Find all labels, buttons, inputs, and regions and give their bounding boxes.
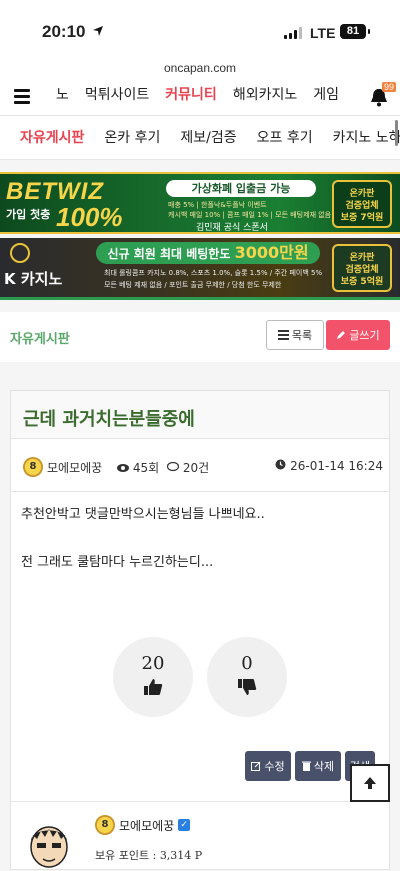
battery-indicator: 81 [340,24,370,39]
banner-line: 캐시백 매일 10% | 콤프 매일 1% | 모든 배팅제재 없음 [168,211,332,219]
tab-onca-review[interactable]: 온카 후기 [104,116,160,159]
nav-item-game[interactable]: 게임 [313,80,339,110]
post-author[interactable]: 모에모에꿍 [47,459,102,476]
delete-button[interactable]: 삭제 [295,751,341,781]
trash-icon [301,761,311,771]
post-title: 근데 과거치는분들중에 [23,409,195,430]
banner-line: 매충 5% | 한폴낙&두폴낙 이벤트 [168,201,267,209]
level-badge: 8 [95,815,115,835]
betwiz-banner[interactable]: BETWIZ 가입 첫충 100% 가상화폐 입출금 가능 매충 5% | 한폴… [0,172,400,234]
sub-nav: 자유게시판 온카 후기 제보/검증 오프 후기 카지노 노하우 [0,116,400,160]
banner-headline: 가상화폐 입출금 가능 [166,180,316,197]
post-comments: 20건 [166,459,210,476]
scroll-to-top-button[interactable] [350,764,390,802]
upvote-count: 20 [141,653,165,674]
post-date: 26-01-14 16:24 [275,459,383,473]
nav-item-community[interactable]: 커뮤니티 [165,80,217,110]
tab-report-verify[interactable]: 제보/검증 [180,116,236,159]
comment-icon [166,461,180,472]
level-badge: 8 [23,457,43,477]
casino-logo-icon [10,243,30,263]
hamburger-icon[interactable] [14,89,30,104]
banner-headline: 신규 회원 최대 베팅한도 3000만원 [96,242,320,264]
upvote-button[interactable]: 20 [113,637,193,717]
sub-nav-items: 자유게시판 온카 후기 제보/검증 오프 후기 카지노 노하우 [20,116,400,159]
divider [11,491,389,492]
edit-icon [251,761,261,771]
post-date-text: 26-01-14 16:24 [290,459,383,473]
board-header: 자유게시판 목록 글쓰기 [0,312,400,362]
thumbs-down-icon [238,679,257,695]
signal-icon [284,27,302,39]
post-views-count: 45회 [132,461,160,475]
clock-icon [275,459,286,470]
verified-icon: ✓ [178,819,191,831]
main-nav-items: 노 먹튀사이트 커뮤니티 해외카지노 게임 [56,80,339,110]
main-nav: 노 먹튀사이트 커뮤니티 해외카지노 게임 99 [0,80,400,116]
seal-line: 온카판 [349,189,375,199]
divider [11,801,389,802]
banner-line: 최대 롤링콤프 카지노 0.8%, 스포츠 1.0%, 슬롯 1.5% / 주간… [104,269,323,277]
verified-seal: 온카판 검증업체 보증 5억원 [332,244,392,292]
nav-item-no[interactable]: 노 [56,80,69,110]
banner-subtitle: 가입 첫충 [6,208,51,221]
downvote-count: 0 [241,653,253,674]
list-button[interactable]: 목록 [266,320,324,350]
network-label: LTE [310,25,336,41]
edit-button[interactable]: 수정 [245,751,291,781]
write-button-label: 글쓰기 [349,329,380,342]
notification-badge: 99 [381,82,396,92]
post-card: 근데 과거치는분들중에 8 모에모에꿍 45회 20건 26-01-14 16:… [10,390,390,870]
nav-item-scam-sites[interactable]: 먹튀사이트 [85,80,149,110]
verified-seal: 온카판 검증업체 보증 7억원 [332,180,392,228]
url-text: oncapan.com [163,61,237,75]
banner-headline-prefix: 신규 회원 최대 베팅한도 [107,247,231,261]
author-points: 보유 포인트 : 3,314 P [95,847,202,863]
seal-line: 보증 7억원 [340,213,384,223]
scrollbar[interactable] [395,120,398,146]
seal-line: 보증 5억원 [340,277,384,287]
post-body: 추천안박고 댓글만박으시는형님들 나쁘네요.. 전 그래도 쿨탐마다 누르긴하는… [21,503,379,575]
points-label: 보유 포인트 : [95,849,157,862]
banner-brand: K 카지노 [4,270,63,288]
banner-headline-amount: 3000만원 [234,243,309,262]
banner-line: 모든 베팅 제재 없음 / 포인트 출금 무제한 / 당첨 한도 무제한 [104,281,282,289]
status-time: 20:10 [42,22,86,41]
status-bar: 20:10 LTE 81 [0,0,400,58]
points-value: 3,314 P [159,849,203,862]
seal-line: 온카판 [349,253,375,263]
post-paragraph: 전 그래도 쿨탐마다 누르긴하는디... [21,555,214,570]
pencil-icon [337,331,346,339]
nav-item-overseas-casino[interactable]: 해외카지노 [233,80,297,110]
seal-line: 검증업체 [345,265,379,275]
kcasino-banner[interactable]: K 카지노 신규 회원 최대 베팅한도 3000만원 최대 롤링콤프 카지노 0… [0,238,400,300]
arrow-up-icon [364,777,376,789]
author-info: 8 모에모에꿍 ✓ [95,815,191,835]
seal-line: 검증업체 [345,201,379,211]
delete-button-label: 삭제 [313,760,335,773]
tab-off-review[interactable]: 오프 후기 [257,116,313,159]
banner-percent: 100% [56,202,123,232]
banner-sponsor: 김민재 공식 스폰서 [196,223,268,233]
eye-icon [117,464,129,472]
post-meta: 8 모에모에꿍 45회 20건 26-01-14 16:24 [21,453,383,481]
board-title[interactable]: 자유게시판 [10,328,70,347]
url-bar[interactable]: oncapan.com [0,58,400,80]
downvote-button[interactable]: 0 [207,637,287,717]
tab-casino-knowhow[interactable]: 카지노 노하우 [333,116,400,159]
thumbs-up-icon [144,679,163,695]
tab-free-board[interactable]: 자유게시판 [20,116,84,159]
write-button[interactable]: 글쓰기 [326,320,390,350]
list-button-label: 목록 [291,329,313,342]
post-title-bar: 근데 과거치는분들중에 [11,391,389,439]
location-arrow-icon [93,26,103,36]
list-icon [277,330,289,340]
avatar [30,826,68,868]
post-comments-count: 20건 [182,461,210,475]
author-name[interactable]: 모에모에꿍 [119,817,174,834]
post-views: 45회 [117,459,159,476]
post-paragraph: 추천안박고 댓글만박으시는형님들 나쁘네요.. [21,507,265,522]
edit-button-label: 수정 [264,760,285,773]
